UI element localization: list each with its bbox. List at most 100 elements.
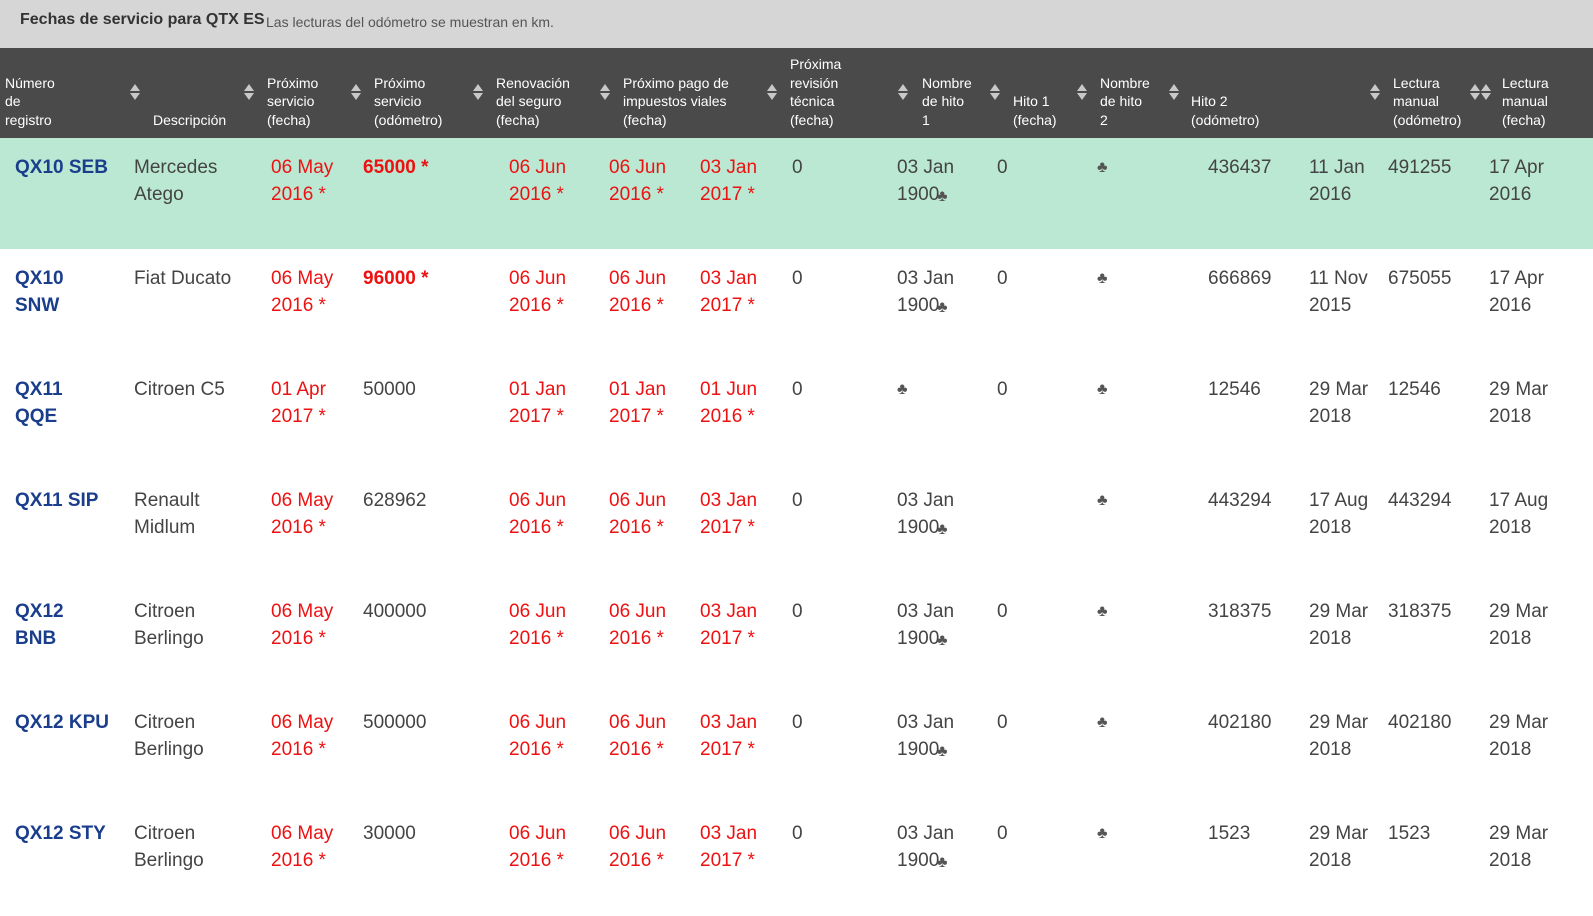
table-row[interactable]: QX11 QQE Citroen C5 01 Apr 2017 * 50000 01 J…: [0, 360, 1593, 471]
reading-date-cell: 11 Nov 2015: [1309, 268, 1368, 316]
sort-arrows-icon[interactable]: [600, 83, 610, 103]
header-label-line: revisión: [790, 74, 839, 91]
description-cell: Mercedes Atego: [134, 157, 218, 205]
next-service-date-cell: 06 May 2016 *: [271, 157, 334, 205]
milestone-value-cell: 0: [792, 823, 803, 844]
sort-arrows-icon[interactable]: [473, 83, 483, 103]
registration-link[interactable]: QX11 SIP: [15, 488, 110, 515]
header-registration[interactable]: Número de registro: [5, 48, 125, 129]
insurance-renewal-cell: 06 Jun 2016 *: [509, 601, 567, 649]
milestone1-name-cell: 03 Jan 1900 ♣: [897, 710, 977, 763]
milestone-value-cell: 0: [792, 157, 803, 178]
registration-link[interactable]: QX10 SEB: [15, 155, 110, 182]
club-icon: ♣: [937, 632, 948, 649]
header-label: Renovación del seguro (fecha): [496, 74, 570, 130]
header-label-line: Próximo pago de: [623, 74, 729, 91]
table-row[interactable]: QX10 SEB Mercedes Atego 06 May 2016 * 65000…: [0, 138, 1593, 249]
sort-arrows-icon[interactable]: [1370, 83, 1380, 103]
table-row[interactable]: QX10 SNW Fiat Ducato 06 May 2016 * 96000 * 0…: [0, 249, 1593, 360]
sort-arrows-icon[interactable]: [1470, 83, 1480, 103]
manual-reading-date-cell: 29 Mar 2018: [1489, 379, 1549, 427]
manual-reading-odometer-cell: 675055: [1388, 268, 1452, 289]
header-label: Próxima revisión técnica (fecha): [790, 55, 841, 129]
club-icon: ♣: [1097, 603, 1108, 620]
header-manual-reading-date[interactable]: Lectura manual (fecha): [1502, 48, 1587, 129]
header-label-line: impuestos viales: [623, 93, 727, 109]
milestone1-date-cell: 0: [997, 268, 1008, 289]
sort-arrows-icon[interactable]: [898, 83, 908, 103]
header-milestone1-name[interactable]: Nombre de hito 1: [922, 48, 992, 129]
registration-link[interactable]: QX11 QQE: [15, 377, 110, 430]
milestone1-name-cell: 03 Jan 1900 ♣: [897, 488, 977, 541]
header-label: Lectura manual (fecha): [1502, 74, 1549, 130]
header-manual-reading-odometer[interactable]: Lectura manual (odómetro): [1393, 48, 1473, 129]
milestone1-date-cell: 0: [997, 601, 1008, 622]
header-label-line: 2: [1100, 111, 1108, 128]
header-milestone1-date[interactable]: Hito 1 (fecha): [1013, 48, 1083, 129]
club-icon: ♣: [1097, 492, 1108, 509]
header-label-line: (odómetro): [374, 111, 443, 128]
club-icon: ♣: [1097, 714, 1108, 731]
header-label-line: (fecha): [790, 111, 834, 128]
header-technical-inspection[interactable]: Próxima revisión técnica (fecha): [790, 48, 890, 129]
header-label-line: Próximo: [374, 74, 426, 91]
header-label: Lectura manual (odómetro): [1393, 74, 1461, 130]
registration-link[interactable]: QX12 BNB: [15, 599, 110, 652]
technical-inspection-cell: 03 Jan 2017 *: [700, 157, 758, 205]
insurance-renewal-cell: 06 Jun 2016 *: [509, 490, 567, 538]
sort-arrows-icon[interactable]: [244, 83, 254, 103]
sort-arrows-icon[interactable]: [990, 83, 1000, 103]
header-label-line: Lectura: [1502, 74, 1549, 91]
sort-arrows-icon[interactable]: [1169, 83, 1179, 103]
header-label-line: (fecha): [267, 111, 311, 128]
technical-inspection-cell: 03 Jan 2017 *: [700, 601, 758, 649]
manual-reading-odometer-cell: 318375: [1388, 601, 1452, 622]
registration-link[interactable]: QX12 STY: [15, 821, 110, 848]
road-tax-cell: 06 Jun 2016 *: [609, 490, 667, 538]
header-next-service-odometer[interactable]: Próximo servicio (odómetro): [374, 48, 469, 129]
header-description[interactable]: Descripción: [153, 48, 243, 129]
milestone2-odometer-cell: 402180: [1208, 712, 1272, 733]
club-icon: ♣: [1097, 270, 1108, 287]
header-label-line: (fecha): [1013, 111, 1057, 128]
manual-reading-date-cell: 29 Mar 2018: [1489, 823, 1549, 871]
registration-link[interactable]: QX10 SNW: [15, 266, 110, 319]
header-label: Hito 1 (fecha): [1013, 92, 1057, 129]
header-label: Próximo servicio (fecha): [267, 74, 318, 130]
header-label-line: (fecha): [623, 111, 667, 128]
header-next-service-date[interactable]: Próximo servicio (fecha): [267, 48, 347, 129]
page-title: Fechas de servicio para QTX ES: [20, 11, 265, 28]
sort-arrows-icon[interactable]: [767, 83, 777, 103]
header-insurance-renewal[interactable]: Renovación del seguro (fecha): [496, 48, 591, 129]
header-label-line: Número: [5, 74, 55, 91]
club-icon: ♣: [937, 743, 948, 760]
table-row[interactable]: QX12 STY Citroen Berlingo 06 May 2016 * 300…: [0, 804, 1593, 915]
manual-reading-date-cell: 17 Aug 2018: [1489, 490, 1549, 538]
reading-date-cell: 29 Mar 2018: [1309, 601, 1369, 649]
header-milestone2-name[interactable]: Nombre de hito 2: [1100, 48, 1170, 129]
registration-link[interactable]: QX12 KPU: [15, 710, 110, 737]
table-row[interactable]: QX11 SIP Renault Midlum 06 May 2016 * 62896…: [0, 471, 1593, 582]
next-service-odometer-cell: 50000: [363, 379, 416, 400]
club-icon: ♣: [937, 299, 948, 316]
table-row[interactable]: QX12 BNB Citroen Berlingo 06 May 2016 * 400…: [0, 582, 1593, 693]
header-label: Nombre de hito 2: [1100, 74, 1150, 130]
club-icon: ♣: [1097, 825, 1108, 842]
sort-arrows-icon[interactable]: [1481, 83, 1491, 103]
description-cell: Fiat Ducato: [134, 268, 232, 289]
sort-arrows-icon[interactable]: [351, 83, 361, 103]
header-milestone2-odometer[interactable]: Hito 2 (odómetro): [1191, 48, 1291, 129]
table-row[interactable]: QX12 KPU Citroen Berlingo 06 May 2016 * 500…: [0, 693, 1593, 804]
sort-arrows-icon[interactable]: [1077, 83, 1087, 103]
header-label-line: (fecha): [1502, 111, 1546, 128]
header-road-tax[interactable]: Próximo pago de impuestos viales (fecha): [623, 48, 773, 129]
technical-inspection-cell: 03 Jan 2017 *: [700, 712, 758, 760]
sort-arrows-icon[interactable]: [130, 83, 140, 103]
header-label-line: Próximo: [267, 74, 319, 91]
milestone1-date-cell: 0: [997, 379, 1008, 400]
description-cell: Citroen C5: [134, 379, 225, 400]
milestone-value-cell: 0: [792, 268, 803, 289]
milestone2-odometer-cell: 666869: [1208, 268, 1272, 289]
milestone1-name-cell: 03 Jan 1900 ♣: [897, 155, 977, 208]
milestone1-date-cell: 0: [997, 823, 1008, 844]
